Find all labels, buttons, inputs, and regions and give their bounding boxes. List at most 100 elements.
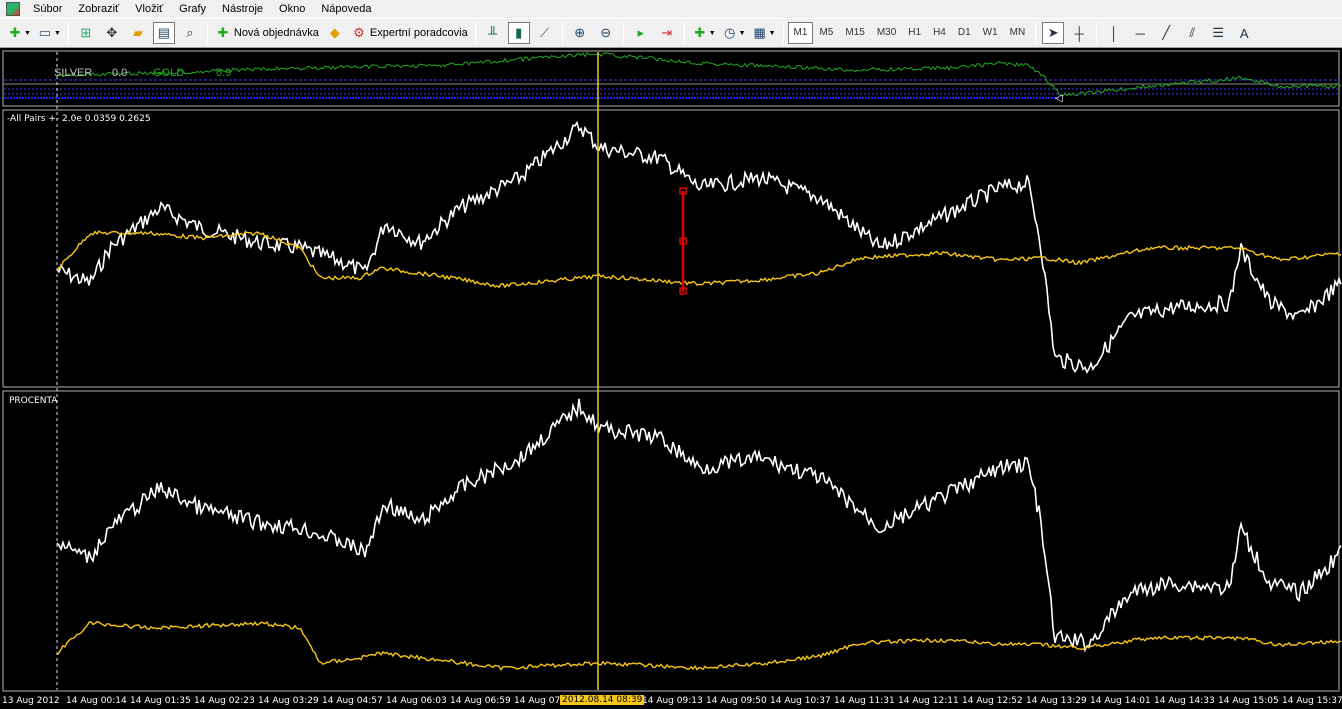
cursor-icon: ➤ bbox=[1047, 25, 1059, 40]
timeframe-mn[interactable]: MN bbox=[1004, 22, 1032, 44]
cursor-tool-button[interactable]: ➤ bbox=[1042, 22, 1065, 44]
auto-scroll-icon: ▸ bbox=[637, 25, 644, 40]
fibonacci-button[interactable]: ☰ bbox=[1207, 22, 1229, 44]
line-chart-icon: ⟋ bbox=[540, 25, 550, 40]
timeframe-w1[interactable]: W1 bbox=[977, 22, 1004, 44]
indicators-button[interactable]: ✚ ▼ bbox=[691, 22, 717, 44]
bottom-panel-border bbox=[2, 390, 1340, 692]
bottom-white-series bbox=[56, 398, 1342, 653]
timeframe-d1[interactable]: D1 bbox=[952, 22, 977, 44]
middle-panel-label: -All Pairs +- 2.0e 0.0359 0.2625 bbox=[7, 114, 151, 124]
folder-button[interactable]: ▰ bbox=[127, 22, 149, 44]
menu-charts[interactable]: Grafy bbox=[171, 0, 214, 18]
market-watch-button[interactable]: ⊞ bbox=[75, 22, 97, 44]
time-axis-label: 14 Aug 00:14 bbox=[66, 696, 127, 706]
chevron-down-icon: ▼ bbox=[768, 29, 776, 37]
timeframe-m1[interactable]: M1 bbox=[787, 22, 814, 44]
time-axis-label: 14 Aug 10:37 bbox=[770, 696, 831, 706]
bottom-gold-series bbox=[56, 620, 1342, 672]
chevron-down-icon: ▼ bbox=[738, 29, 746, 37]
chart-shift-button[interactable]: ⇥ bbox=[656, 22, 678, 44]
timeframe-m30[interactable]: M30 bbox=[871, 22, 902, 44]
new-order-icon: ✚ bbox=[217, 25, 229, 40]
toolbar-separator bbox=[1035, 22, 1037, 44]
silver-value: 0.0 bbox=[112, 67, 128, 79]
new-order-button[interactable]: ✚ Nová objednávka bbox=[214, 22, 320, 44]
templates-icon: ▦ bbox=[753, 25, 766, 40]
text-tool-icon: A bbox=[1239, 25, 1249, 41]
terminal-icon: ▤ bbox=[157, 25, 171, 40]
time-axis-label: 14 Aug 03:29 bbox=[258, 696, 319, 706]
toolbar-separator bbox=[206, 22, 208, 44]
channel-icon: ⫽ bbox=[1189, 25, 1196, 40]
terminal-button[interactable]: ▤ bbox=[152, 22, 175, 44]
time-axis-label: 14 Aug 11:31 bbox=[834, 696, 895, 706]
timeframe-m15[interactable]: M15 bbox=[839, 22, 870, 44]
time-axis-label: 14 Aug 09:50 bbox=[706, 696, 767, 706]
periods-button[interactable]: ◷ ▼ bbox=[721, 22, 747, 44]
profiles-button[interactable]: ▭ ▼ bbox=[36, 22, 62, 44]
horizontal-line-icon: ─ bbox=[1135, 25, 1145, 41]
time-axis-label: 14 Aug 15:05 bbox=[1218, 696, 1279, 706]
trendline-icon: ╱ bbox=[1162, 25, 1171, 40]
expert-advisors-button[interactable]: ⚙ Expertní poradcovia bbox=[350, 22, 469, 44]
strategy-tester-button[interactable]: ⌕ bbox=[179, 22, 201, 44]
crosshair-tool-button[interactable]: ┼ bbox=[1068, 22, 1090, 44]
chart-canvas[interactable]: ◁ bbox=[0, 48, 1342, 709]
timeframe-m5[interactable]: M5 bbox=[813, 22, 839, 44]
chevron-down-icon: ▼ bbox=[708, 29, 716, 37]
menu-bar: Súbor Zobraziť Vložiť Grafy Nástroje Okn… bbox=[0, 0, 1342, 18]
folder-icon: ▰ bbox=[132, 25, 143, 40]
new-chart-icon: ✚ bbox=[9, 25, 21, 40]
chevron-down-icon: ▼ bbox=[53, 29, 61, 37]
scroll-marker-icon: ◁ bbox=[1055, 93, 1063, 104]
tester-icon: ⌕ bbox=[186, 25, 194, 40]
time-axis-label: 14 Aug 01:35 bbox=[130, 696, 191, 706]
line-chart-button[interactable]: ⟋ bbox=[534, 22, 556, 44]
alert-button[interactable]: ◆ bbox=[324, 22, 346, 44]
app-logo-icon[interactable] bbox=[6, 2, 20, 16]
equidistant-channel-button[interactable]: ⫽ bbox=[1181, 22, 1203, 44]
menu-window[interactable]: Okno bbox=[271, 0, 313, 18]
templates-button[interactable]: ▦ ▼ bbox=[751, 22, 777, 44]
zoom-out-icon: ⊖ bbox=[600, 25, 612, 40]
menu-tools[interactable]: Nástroje bbox=[214, 0, 271, 18]
zoom-out-button[interactable]: ⊖ bbox=[595, 22, 617, 44]
expert-advisor-icon: ⚙ bbox=[353, 25, 365, 40]
time-axis-label: 14 Aug 06:03 bbox=[386, 696, 447, 706]
new-order-label: Nová objednávka bbox=[233, 27, 319, 39]
candlestick-button[interactable]: ▮ bbox=[507, 22, 530, 44]
clock-icon: ◷ bbox=[724, 25, 736, 40]
timeframe-h4[interactable]: H4 bbox=[927, 22, 952, 44]
horizontal-line-button[interactable]: ─ bbox=[1129, 22, 1151, 44]
timeframe-h1[interactable]: H1 bbox=[902, 22, 927, 44]
text-tool-button[interactable]: A bbox=[1233, 22, 1255, 44]
time-axis-label: 13 Aug 2012 bbox=[2, 696, 60, 706]
main-toolbar: ✚ ▼ ▭ ▼ ⊞ ✥ ▰ ▤ ⌕ ✚ Nová objednávka ◆ ⚙ Expe… bbox=[0, 18, 1342, 48]
navigator-icon: ✥ bbox=[106, 25, 118, 40]
chart-window[interactable]: ◁ SILVER 0.0 GOLD 0.9 -All Pairs +- 2.0e… bbox=[0, 48, 1342, 709]
vertical-line-button[interactable]: │ bbox=[1103, 22, 1125, 44]
toolbar-separator bbox=[683, 22, 685, 44]
menu-view[interactable]: Zobraziť bbox=[70, 0, 127, 18]
menu-insert[interactable]: Vložiť bbox=[127, 0, 171, 18]
menu-help[interactable]: Nápoveda bbox=[313, 0, 379, 18]
chart-shift-icon: ⇥ bbox=[661, 25, 673, 40]
toolbar-separator bbox=[561, 22, 563, 44]
toolbar-separator bbox=[1096, 22, 1098, 44]
navigator-button[interactable]: ✥ bbox=[101, 22, 123, 44]
warning-icon: ◆ bbox=[329, 25, 340, 40]
middle-white-series bbox=[56, 120, 1342, 374]
time-axis-label: 14 Aug 13:29 bbox=[1026, 696, 1087, 706]
new-chart-button[interactable]: ✚ ▼ bbox=[6, 22, 32, 44]
trendline-button[interactable]: ╱ bbox=[1155, 22, 1177, 44]
time-axis-label: 14 Aug 04:57 bbox=[322, 696, 383, 706]
vertical-line-icon: │ bbox=[1110, 25, 1119, 41]
menu-file[interactable]: Súbor bbox=[25, 0, 70, 18]
bar-chart-button[interactable]: ╨ bbox=[482, 22, 504, 44]
gold-label: GOLD bbox=[153, 67, 185, 79]
time-axis-label: 14 Aug 02:23 bbox=[194, 696, 255, 706]
auto-scroll-button[interactable]: ▸ bbox=[630, 22, 652, 44]
candlestick-icon: ▮ bbox=[515, 25, 523, 40]
zoom-in-button[interactable]: ⊕ bbox=[569, 22, 591, 44]
